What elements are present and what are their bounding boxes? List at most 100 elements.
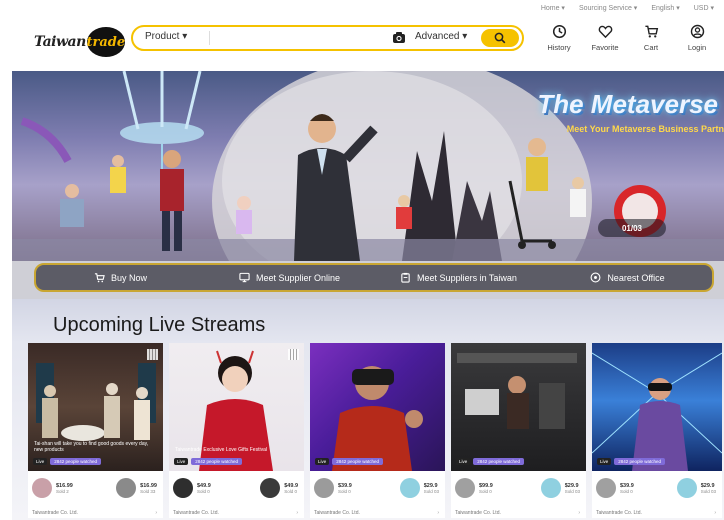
utility-sourcing-service[interactable]: Sourcing Service ▾: [579, 4, 637, 12]
location-pin-icon: [590, 272, 601, 283]
logo[interactable]: Taiwan trade: [34, 26, 125, 58]
quick-link-nearest-office-label: Nearest Office: [607, 272, 665, 283]
search-icon: [494, 32, 506, 44]
search-category-dropdown[interactable]: Product ▾: [145, 31, 187, 42]
stream-thumbnail[interactable]: Tai-shan will take you to find good good…: [28, 343, 163, 471]
viewer-count-badge: 2842 people watched: [191, 458, 243, 465]
chevron-right-icon[interactable]: ›: [437, 510, 439, 516]
qr-code-icon[interactable]: [147, 349, 158, 360]
company-name[interactable]: Taiwantrade Co. Ltd.: [314, 510, 360, 516]
banner-pager[interactable]: 01/03: [598, 219, 666, 237]
stream-product[interactable]: $29.9 Sold 03: [540, 478, 580, 498]
product-thumbnail: [540, 478, 561, 498]
product-price: $16.99: [56, 482, 73, 489]
stream-products: $39.9 Sold 0 $29.9 Sold 03: [592, 471, 722, 498]
cart-icon: [94, 273, 105, 283]
advanced-search-dropdown[interactable]: Advanced ▾: [415, 31, 467, 42]
chevron-right-icon[interactable]: ›: [714, 510, 716, 516]
banner-title: The Metaverse: [537, 89, 718, 119]
live-stream-card[interactable]: Live 2842 people watched $99.9 Sold 0 $29…: [451, 343, 586, 518]
product-sold: Sold 0: [479, 488, 492, 494]
quick-links-bar: Buy Now Meet Supplier Online Meet Suppli…: [34, 263, 714, 292]
nav-history-label: History: [547, 43, 571, 52]
stream-product[interactable]: $99.9 Sold 0: [455, 478, 493, 498]
stream-product[interactable]: $29.9 Sold 03: [399, 478, 439, 498]
quick-link-buy-now[interactable]: Buy Now: [36, 272, 205, 283]
chevron-right-icon[interactable]: ›: [155, 510, 157, 516]
stream-thumbnail[interactable]: Taiwantrade Exclusive Love Gifts Festiva…: [169, 343, 304, 471]
stream-products: $39.9 Sold 0 $29.9 Sold 03: [310, 471, 445, 498]
stream-products: $99.9 Sold 0 $29.9 Sold 03: [451, 471, 586, 498]
quick-link-meet-suppliers-taiwan[interactable]: Meet Suppliers in Taiwan: [374, 272, 543, 283]
camera-icon[interactable]: [392, 31, 406, 44]
search-category-label: Product: [145, 31, 180, 42]
stream-products: $49.9 Sold 0 $49.9 Sold 0: [169, 471, 304, 498]
quick-link-nearest-office[interactable]: Nearest Office: [543, 272, 712, 283]
product-thumbnail: [399, 478, 420, 498]
live-stream-card[interactable]: Live 2842 people watched $39.9 Sold 0 $29…: [310, 343, 445, 518]
search-divider: [209, 31, 210, 45]
stream-thumbnail[interactable]: Live 2842 people watched: [310, 343, 445, 471]
chevron-right-icon[interactable]: ›: [296, 510, 298, 516]
product-price: $39.9: [338, 482, 352, 489]
live-stream-cards: Tai-shan will take you to find good good…: [28, 343, 722, 518]
stream-product[interactable]: $49.9 Sold 0: [260, 478, 298, 498]
live-stream-card[interactable]: Live 2842 people watched $39.9 Sold 0 $29…: [592, 343, 722, 518]
search-button[interactable]: [481, 29, 519, 47]
utility-currency[interactable]: USD ▾: [694, 4, 714, 12]
nav-favorite[interactable]: Favorite: [582, 24, 628, 52]
company-name[interactable]: Taiwantrade Co. Ltd.: [455, 510, 501, 516]
stream-product[interactable]: $39.9 Sold 0: [314, 478, 352, 498]
product-thumbnail: [676, 478, 697, 498]
stream-product[interactable]: $49.9 Sold 0: [173, 478, 211, 498]
product-price: $49.9: [197, 482, 211, 489]
quick-link-meet-suppliers-taiwan-label: Meet Suppliers in Taiwan: [417, 272, 517, 283]
live-stream-card[interactable]: Tai-shan will take you to find good good…: [28, 343, 163, 518]
stream-thumbnail-image: [332, 366, 423, 471]
hero-banner[interactable]: The Metaverse Meet Your Metaverse Busine…: [12, 71, 724, 261]
nav-favorite-label: Favorite: [591, 43, 619, 52]
nav-login[interactable]: Login: [674, 24, 720, 52]
product-sold: Sold 03: [564, 488, 580, 494]
stream-thumbnail[interactable]: Live 2842 people watched: [592, 343, 722, 471]
company-name[interactable]: Taiwantrade Co. Ltd.: [596, 510, 642, 516]
company-name[interactable]: Taiwantrade Co. Ltd.: [32, 510, 78, 516]
utility-bar: Home ▾ Sourcing Service ▾ English ▾ USD …: [541, 4, 714, 12]
heart-icon: [598, 25, 612, 39]
nav-login-label: Login: [687, 43, 707, 52]
utility-home[interactable]: Home ▾: [541, 4, 565, 12]
product-sold: Sold 0: [620, 488, 633, 494]
quick-link-meet-supplier-online[interactable]: Meet Supplier Online: [205, 272, 374, 283]
stream-product[interactable]: $16.99 Sold 33: [116, 478, 157, 498]
stream-badges: Live 2842 people watched: [597, 458, 666, 465]
stream-product[interactable]: $29.9 Sold 03: [676, 478, 716, 498]
banner-subtitle: Meet Your Metaverse Business Partn: [566, 124, 724, 134]
product-price: $29.9: [564, 482, 579, 489]
qr-code-icon[interactable]: [288, 349, 299, 360]
stream-thumbnail[interactable]: Live 2842 people watched: [451, 343, 586, 471]
chevron-right-icon[interactable]: ›: [578, 510, 580, 516]
product-thumbnail: [173, 478, 193, 498]
product-price: $29.9: [423, 482, 438, 489]
product-price: $16.99: [140, 482, 157, 489]
nav-history[interactable]: History: [536, 24, 582, 52]
stream-caption: Taiwantrade Exclusive Love Gifts Festiva…: [175, 447, 267, 453]
live-stream-card[interactable]: Taiwantrade Exclusive Love Gifts Festiva…: [169, 343, 304, 518]
utility-language[interactable]: English ▾: [651, 4, 679, 12]
user-icon: [690, 24, 704, 39]
product-sold: Sold 33: [140, 488, 156, 494]
product-sold: Sold 03: [700, 488, 716, 494]
company-name[interactable]: Taiwantrade Co. Ltd.: [173, 510, 219, 516]
stream-product[interactable]: $16.99 Sold 2: [32, 478, 73, 498]
live-badge: Live: [315, 458, 330, 465]
logo-text-taiwan: Taiwan: [34, 34, 86, 50]
viewer-count-badge: 2842 people watched: [614, 458, 666, 465]
live-badge: Live: [33, 458, 48, 465]
product-thumbnail: [314, 478, 334, 498]
product-thumbnail: [116, 478, 137, 498]
product-thumbnail: [32, 478, 52, 498]
stream-thumbnail-image: [457, 353, 577, 429]
logo-text-trade: trade: [86, 27, 125, 57]
stream-product[interactable]: $39.9 Sold 0: [596, 478, 634, 498]
nav-cart[interactable]: Cart: [628, 24, 674, 52]
